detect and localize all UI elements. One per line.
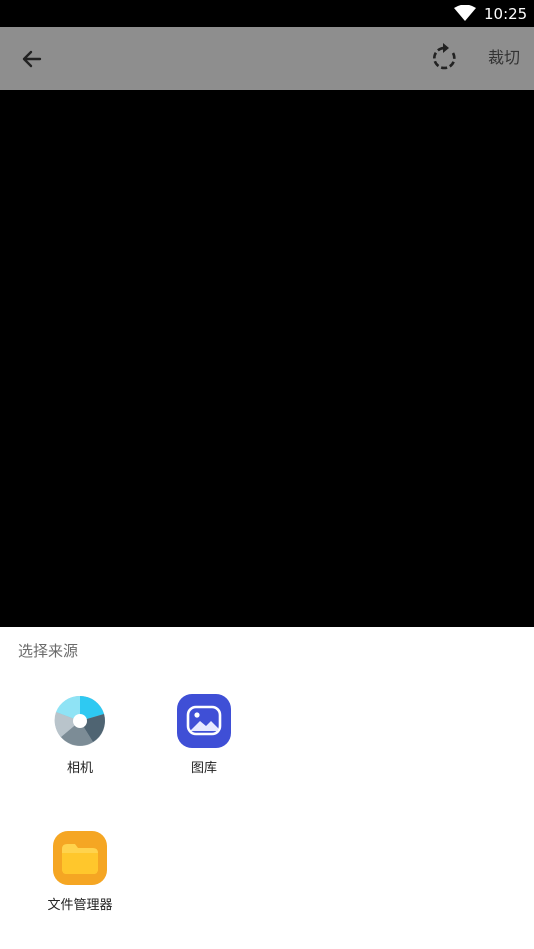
file-manager-app-icon: [53, 831, 107, 885]
image-preview-area: [0, 90, 534, 627]
camera-app-icon: [54, 695, 105, 746]
crop-toolbar: 裁切: [0, 27, 534, 90]
gallery-app-icon: [177, 694, 231, 748]
source-option-camera[interactable]: 相机: [25, 694, 135, 790]
status-bar: 10:25: [0, 0, 534, 27]
crop-button[interactable]: 裁切: [488, 47, 520, 69]
source-option-file-manager[interactable]: 文件管理器: [25, 831, 135, 927]
source-option-label: 相机: [66, 761, 93, 776]
source-option-gallery[interactable]: 图库: [149, 694, 259, 790]
source-option-label: 文件管理器: [47, 898, 113, 913]
wifi-icon: [454, 5, 476, 21]
source-option-label: 图库: [190, 761, 217, 776]
select-source-sheet: 选择来源 相机 图库 文件管理器: [0, 627, 534, 949]
arrow-left-icon[interactable]: [18, 45, 46, 73]
rotate-icon[interactable]: [429, 42, 461, 74]
status-time: 10:25: [484, 5, 528, 23]
sheet-title: 选择来源: [18, 642, 79, 660]
